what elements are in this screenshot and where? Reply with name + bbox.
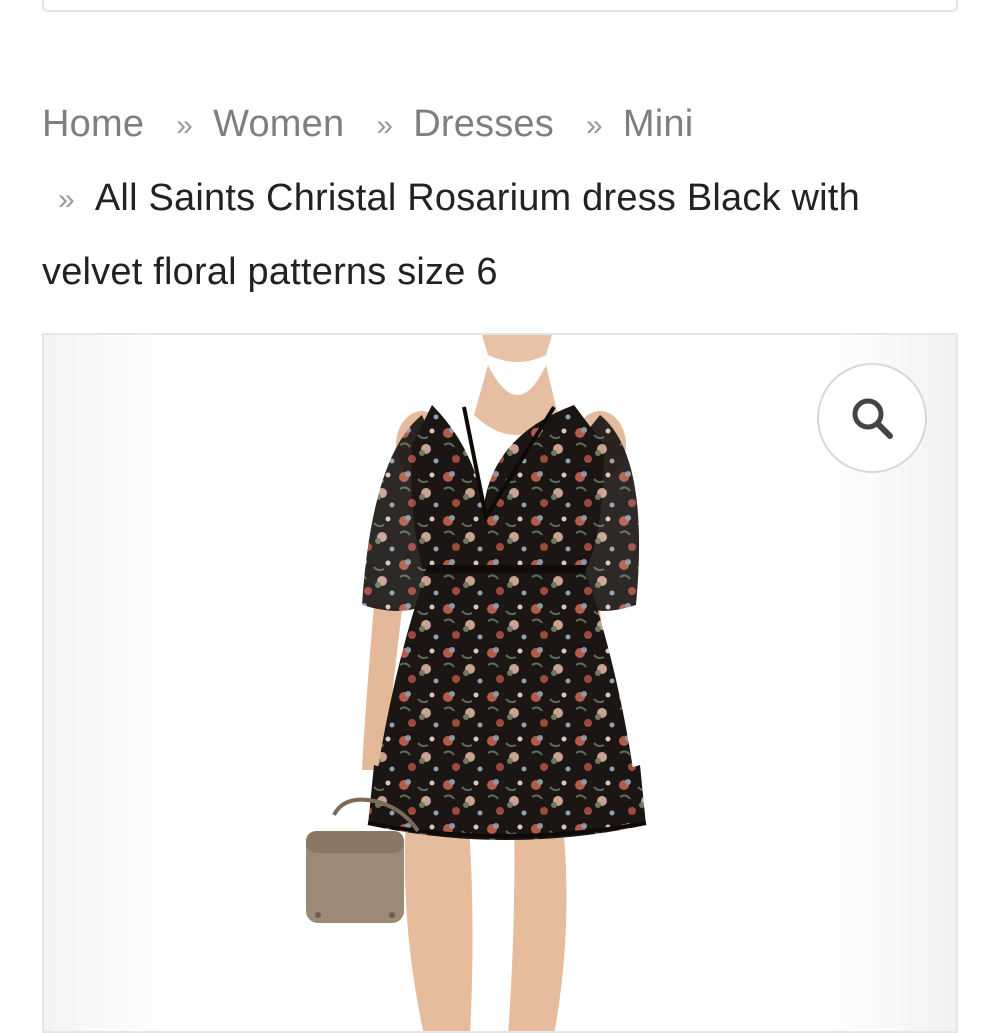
- breadcrumb-women[interactable]: Women: [213, 103, 344, 145]
- breadcrumb-home[interactable]: Home: [42, 103, 144, 145]
- breadcrumb-separator: »: [585, 109, 603, 142]
- search-icon: [852, 398, 893, 439]
- breadcrumb-separator: »: [176, 109, 194, 142]
- breadcrumb-separator: »: [58, 183, 75, 216]
- breadcrumb-mini[interactable]: Mini: [623, 103, 693, 145]
- breadcrumb-dresses[interactable]: Dresses: [413, 103, 554, 145]
- breadcrumb: Home» Women» Dresses» Mini» All Saints Chris…: [42, 88, 942, 309]
- product-photo[interactable]: [44, 335, 956, 1033]
- breadcrumb-separator: »: [376, 109, 394, 142]
- zoom-button[interactable]: [817, 363, 927, 473]
- top-card: [42, 0, 958, 12]
- breadcrumb-current-product: All Saints Christal Rosarium dress Black…: [42, 177, 860, 293]
